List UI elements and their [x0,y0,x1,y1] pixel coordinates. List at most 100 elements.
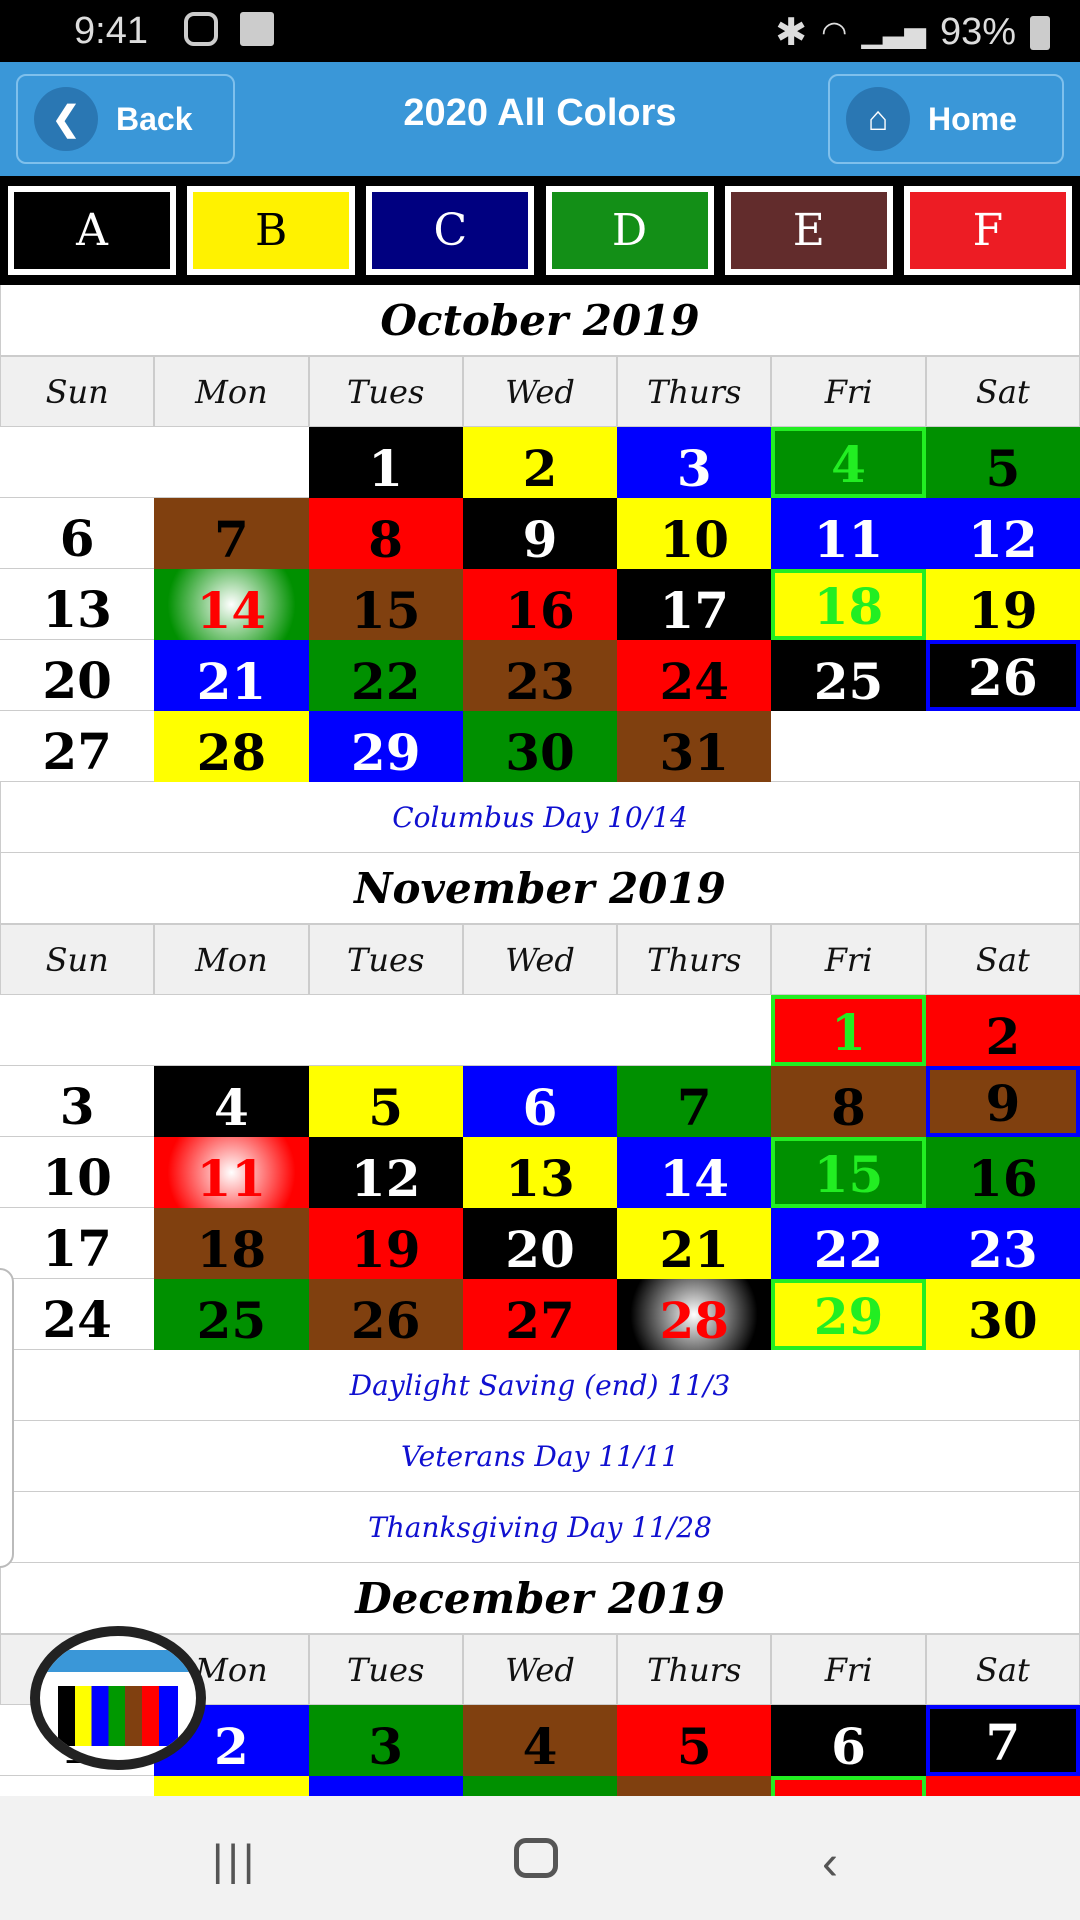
day-cell[interactable]: 8 [771,1066,926,1137]
back-nav-button[interactable]: ‹ [822,1836,838,1891]
day-cell[interactable]: 18 [154,1208,309,1279]
clock: 9:41 [74,10,148,52]
day-cell[interactable]: 11 [154,1137,309,1208]
day-cell[interactable]: 5 [925,427,1080,498]
day-cell[interactable]: 20 [462,1208,618,1279]
day-cell[interactable]: 8 [0,1776,155,1796]
day-cell[interactable]: 12 [308,1137,463,1208]
day-cell[interactable]: 23 [462,640,618,711]
legend-d[interactable]: D [545,186,714,275]
legend-a[interactable]: A [8,186,176,275]
day-cell[interactable]: 6 [0,498,155,569]
day-cell[interactable]: 7 [925,1705,1080,1776]
day-cell[interactable]: 3 [308,1705,463,1776]
day-cell[interactable]: 29 [771,1279,926,1350]
empty-cell [0,995,155,1066]
weekday-header: Thurs [617,1634,772,1705]
day-cell[interactable]: 2 [925,995,1080,1066]
day-cell[interactable]: 19 [308,1208,463,1279]
day-cell[interactable]: 29 [308,711,463,782]
day-cell[interactable]: 15 [308,569,463,640]
day-cell[interactable]: 2 [462,427,618,498]
day-cell[interactable]: 10 [617,498,772,569]
day-cell[interactable]: 16 [925,1137,1080,1208]
day-cell[interactable]: 12 [925,498,1080,569]
day-cell[interactable]: 28 [154,711,309,782]
day-cell[interactable]: 4 [462,1705,618,1776]
empty-cell [925,711,1080,782]
day-cell[interactable]: 24 [617,640,772,711]
day-cell[interactable]: 14 [154,569,309,640]
recent-apps-button[interactable]: ||| [212,1836,258,1886]
day-cell[interactable]: 28 [617,1279,772,1350]
day-cell[interactable]: 25 [154,1279,309,1350]
empty-cell [308,1776,463,1796]
calendar-list[interactable]: October 2019 Sun Mon Tues Wed Thurs Fri Sat 1 2 3 4… [0,285,1080,1796]
day-cell[interactable]: 7 [617,1066,772,1137]
legend-c[interactable]: C [366,186,535,275]
day-cell[interactable]: 5 [617,1705,772,1776]
day-cell[interactable]: 7 [154,498,309,569]
day-cell[interactable]: 6 [771,1705,926,1776]
weekday-header: Wed [462,1634,618,1705]
day-cell[interactable]: 31 [617,711,772,782]
home-button[interactable]: ⌂ Home [828,74,1064,164]
month-title: November 2019 [0,853,1080,924]
holiday-note: Columbus Day 10/14 [0,782,1080,853]
day-cell[interactable]: 21 [617,1208,772,1279]
day-cell[interactable]: 4 [771,427,926,498]
instagram-icon [184,12,218,46]
day-cell[interactable]: 22 [771,1208,926,1279]
empty-cell [925,1776,1080,1796]
day-cell[interactable]: 17 [0,1208,155,1279]
day-cell[interactable]: 8 [308,498,463,569]
day-cell[interactable]: 17 [617,569,772,640]
day-cell[interactable]: 27 [462,1279,618,1350]
day-cell[interactable]: 21 [154,640,309,711]
day-cell[interactable]: 26 [308,1279,463,1350]
day-cell[interactable]: 23 [925,1208,1080,1279]
day-cell[interactable]: 3 [0,1066,155,1137]
day-cell[interactable]: 13 [0,569,155,640]
day-cell[interactable]: 3 [617,427,772,498]
day-cell[interactable]: 20 [0,640,155,711]
day-cell[interactable]: 13 [462,1137,618,1208]
day-cell[interactable]: 10 [0,1137,155,1208]
day-cell[interactable]: 5 [308,1066,463,1137]
day-cell[interactable]: 1 [308,427,463,498]
weekday-header: Mon [154,356,309,427]
day-cell[interactable]: 14 [617,1137,772,1208]
day-cell[interactable]: 30 [462,711,618,782]
side-panel-handle[interactable] [0,1268,14,1568]
day-cell[interactable]: 11 [771,498,926,569]
holiday-note: Thanksgiving Day 11/28 [0,1492,1080,1563]
day-cell[interactable]: 6 [462,1066,618,1137]
weekday-header: Wed [462,924,618,995]
day-cell[interactable]: 9 [925,1066,1080,1137]
weekday-header: Mon [154,924,309,995]
day-cell[interactable]: 30 [925,1279,1080,1350]
legend-f[interactable]: F [903,186,1072,275]
day-cell[interactable]: 4 [154,1066,309,1137]
weekday-header: Tues [308,356,463,427]
day-cell[interactable]: 26 [925,640,1080,711]
day-cell[interactable]: 1 [771,995,926,1066]
legend-e[interactable]: E [724,186,893,275]
day-cell[interactable]: 27 [0,711,155,782]
floating-preview-bubble[interactable] [30,1626,206,1770]
day-cell[interactable]: 24 [0,1279,155,1350]
day-cell[interactable]: 22 [308,640,463,711]
empty-cell [771,711,926,782]
day-cell[interactable]: 15 [771,1137,926,1208]
day-cell[interactable]: 19 [925,569,1080,640]
preview-header [40,1650,196,1672]
empty-cell [0,427,155,498]
home-nav-button[interactable] [514,1838,558,1878]
day-cell[interactable]: 18 [771,569,926,640]
day-cell[interactable]: 25 [771,640,926,711]
wifi-icon: ◠ [821,16,848,49]
legend-b[interactable]: B [187,186,356,275]
day-cell[interactable]: 16 [462,569,618,640]
day-cell[interactable]: 9 [462,498,618,569]
empty-cell [462,995,618,1066]
